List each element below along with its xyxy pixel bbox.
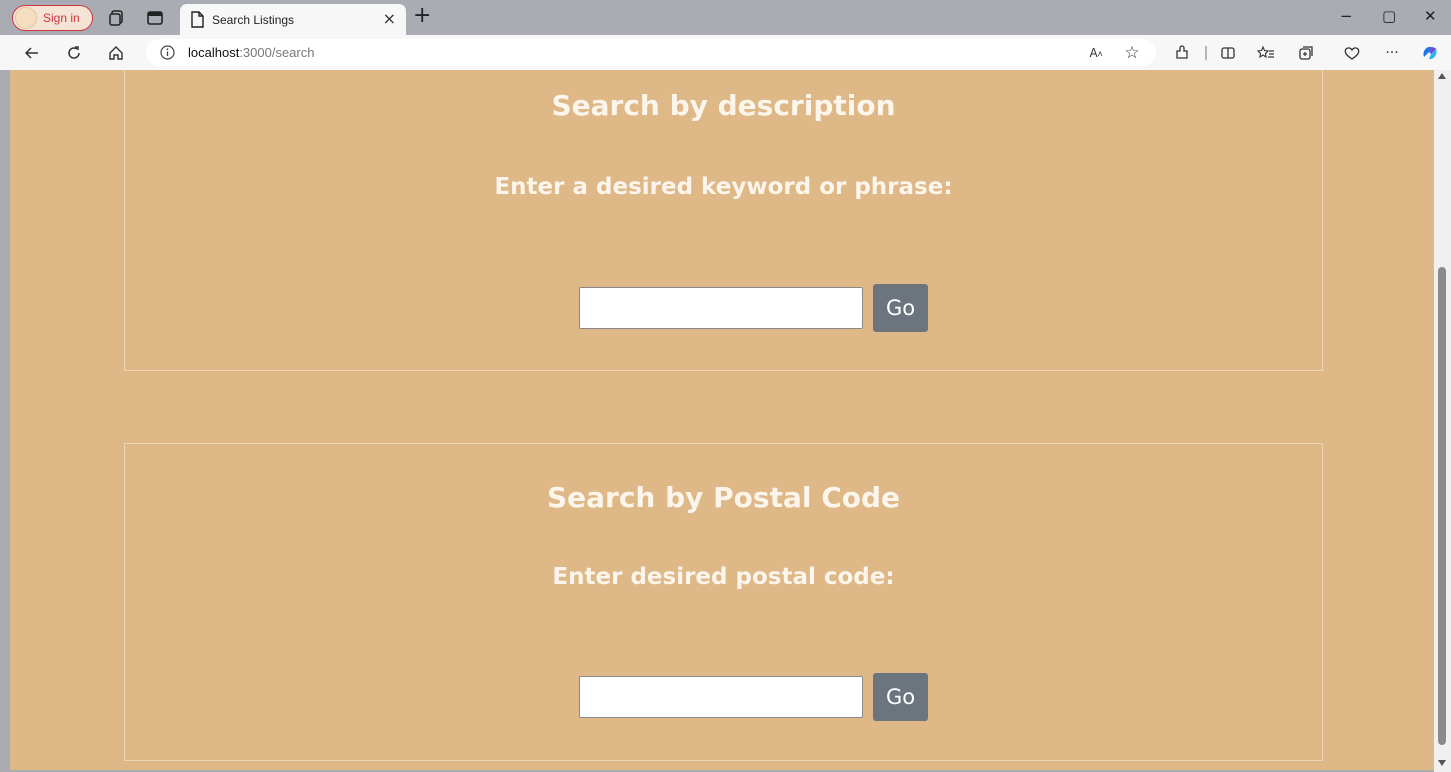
description-section-title: Search by description	[551, 89, 896, 122]
read-aloud-icon[interactable]: Aʌ	[1086, 43, 1106, 63]
page-icon	[191, 11, 204, 28]
description-search-section: Search by description Enter a desired ke…	[124, 70, 1323, 371]
postal-section-prompt: Enter desired postal code:	[552, 564, 895, 590]
close-window-button[interactable]: ✕	[1424, 7, 1437, 25]
description-search-row: Go	[125, 284, 1322, 332]
favorites-icon[interactable]	[1256, 43, 1276, 63]
scroll-thumb[interactable]	[1438, 267, 1446, 745]
toolbar-divider: |	[1203, 45, 1209, 61]
browser-essentials-icon[interactable]	[1342, 43, 1362, 63]
description-search-input[interactable]	[579, 287, 863, 329]
description-section-prompt: Enter a desired keyword or phrase:	[494, 174, 953, 200]
postal-section-title: Search by Postal Code	[546, 481, 901, 514]
url-path: :3000/search	[239, 45, 315, 60]
url-host: localhost	[188, 45, 240, 60]
home-icon[interactable]	[106, 43, 126, 63]
refresh-icon[interactable]	[64, 43, 84, 63]
profile-button[interactable]: Sign in	[12, 5, 93, 31]
postal-code-search-section: Search by Postal Code Enter desired post…	[124, 443, 1323, 761]
profile-label: Sign in	[43, 11, 80, 25]
workspaces-icon[interactable]	[108, 9, 126, 27]
page-viewport: Search by description Enter a desired ke…	[10, 70, 1434, 770]
collections-icon[interactable]	[1296, 43, 1316, 63]
scroll-up-icon[interactable]	[1438, 73, 1446, 79]
site-info-icon[interactable]	[160, 45, 175, 60]
favorite-star-icon[interactable]: ☆	[1122, 43, 1142, 63]
back-icon[interactable]	[22, 43, 42, 63]
minimize-button[interactable]: −	[1340, 7, 1353, 25]
description-go-button[interactable]: Go	[873, 284, 928, 332]
postal-code-input[interactable]	[579, 676, 863, 718]
avatar	[15, 7, 37, 29]
split-screen-icon[interactable]	[1218, 43, 1238, 63]
extensions-icon[interactable]	[1172, 43, 1192, 63]
new-tab-button[interactable]: +	[413, 3, 431, 28]
scroll-down-icon[interactable]	[1438, 760, 1446, 766]
tab-title: Search Listings	[212, 12, 295, 27]
page-scrollbar[interactable]	[1434, 70, 1451, 772]
browser-toolbar: localhost:3000/search Aʌ ☆ | ···	[0, 35, 1451, 70]
address-bar[interactable]: localhost:3000/search	[146, 39, 1156, 66]
postal-search-row: Go	[125, 673, 1322, 721]
tab-search-listings[interactable]: Search Listings ×	[180, 4, 406, 35]
restore-button[interactable]: ▢	[1382, 7, 1396, 25]
tab-strip: Sign in Search Listings × + − ▢ ✕	[0, 0, 1451, 35]
tab-close-icon[interactable]: ×	[383, 9, 396, 28]
postal-go-button[interactable]: Go	[873, 673, 928, 721]
copilot-icon[interactable]	[1420, 43, 1440, 63]
more-menu-icon[interactable]: ···	[1382, 43, 1402, 63]
tab-actions-icon[interactable]	[146, 9, 164, 27]
